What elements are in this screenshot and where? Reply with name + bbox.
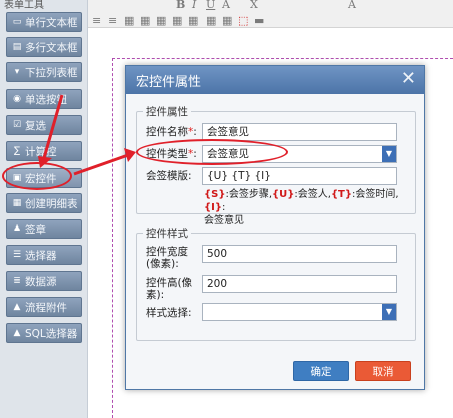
annotation-arrow-right	[73, 153, 129, 176]
annotation-arrow-down	[42, 94, 64, 159]
annotation-arrowhead-down	[38, 156, 52, 168]
annotation-arrows	[38, 94, 136, 176]
